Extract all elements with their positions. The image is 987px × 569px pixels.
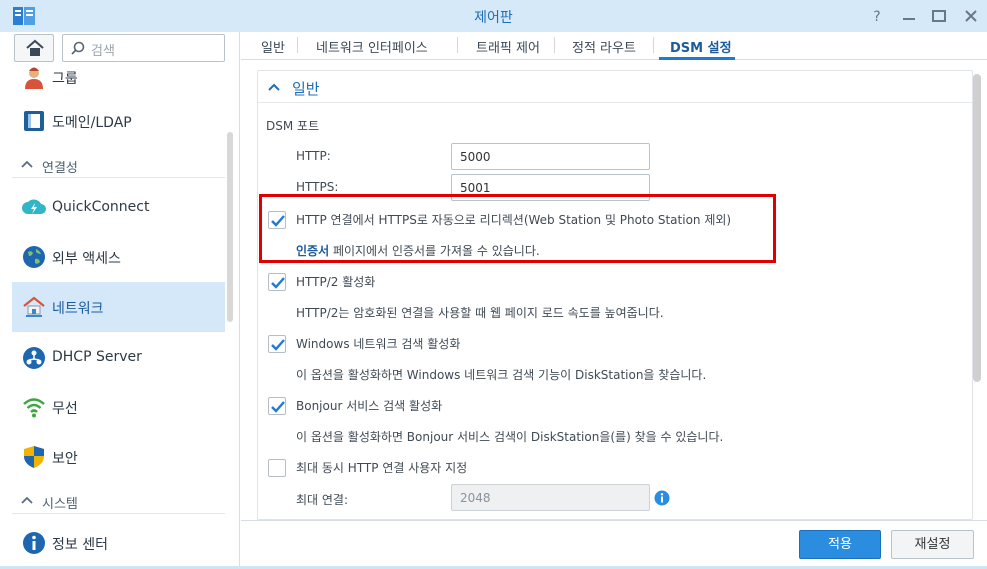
http-port-value: 5000 xyxy=(460,150,491,164)
chevron-up-icon xyxy=(21,496,33,504)
http2-label: HTTP/2 활성화 xyxy=(296,275,376,289)
globe-icon xyxy=(23,246,45,268)
sidebar-item-label: 보안 xyxy=(52,451,78,467)
windows-discovery-checkbox[interactable] xyxy=(268,335,286,353)
windows-discovery-description: 이 옵션을 활성화하면 Windows 네트워크 검색 기능이 DiskStat… xyxy=(296,368,707,382)
minimize-icon[interactable] xyxy=(898,6,920,26)
max-connections-field-label: 최대 연결: xyxy=(296,493,349,507)
sidebar-item-dhcp-server[interactable]: DHCP Server xyxy=(12,333,225,383)
sidebar-item-label: DHCP Server xyxy=(52,349,142,365)
sidebar-scrollbar[interactable] xyxy=(227,132,233,322)
sidebar-item-label: 그룹 xyxy=(52,71,78,87)
https-port-value: 5001 xyxy=(460,181,491,195)
sidebar-section-label: 시스템 xyxy=(42,497,78,512)
checkmark-icon xyxy=(271,339,285,351)
control-panel-window: 제어판 ? 검색 그룹 도메인/LDAP 연결성 QuickConnect 외부… xyxy=(0,0,987,566)
bonjour-discovery-label: Bonjour 서비스 검색 활성화 xyxy=(296,399,443,413)
content-scrollbar[interactable] xyxy=(973,74,981,382)
http-port-input[interactable]: 5000 xyxy=(451,143,650,170)
sidebar-section-system[interactable]: 시스템 xyxy=(12,488,225,514)
info-tooltip-icon[interactable] xyxy=(654,490,670,506)
title-bar: 제어판 ? xyxy=(0,0,987,32)
max-connections-label: 최대 동시 HTTP 연결 사용자 지정 xyxy=(296,461,468,475)
sidebar-section-label: 연결성 xyxy=(42,161,78,176)
bonjour-discovery-checkbox[interactable] xyxy=(268,397,286,415)
sidebar-item-quickconnect[interactable]: QuickConnect xyxy=(12,183,225,233)
http2-checkbox[interactable] xyxy=(268,273,286,291)
apply-button[interactable]: 적용 xyxy=(799,530,881,559)
reset-button[interactable]: 재설정 xyxy=(891,530,974,559)
general-panel-header[interactable]: 일반 xyxy=(258,71,972,103)
tab-general[interactable]: 일반 xyxy=(261,37,285,56)
sidebar-section-connectivity[interactable]: 연결성 xyxy=(12,152,225,178)
http-port-label: HTTP: xyxy=(296,149,331,163)
svg-text:?: ? xyxy=(873,9,880,25)
sidebar-item-label: 외부 액세스 xyxy=(52,251,121,267)
http2-description: HTTP/2는 암호화된 연결을 사용할 때 웹 페이지 로드 속도를 높여줍니… xyxy=(296,306,664,320)
sidebar-item-label: 네트워크 xyxy=(52,301,104,317)
tab-divider xyxy=(297,37,298,53)
max-connections-input[interactable]: 2048 xyxy=(451,484,650,511)
dsm-port-label: DSM 포트 xyxy=(266,119,320,133)
sidebar-item-label: 무선 xyxy=(52,401,78,417)
general-panel: 일반 DSM 포트 HTTP: 5000 HTTPS: 5001 HTTP 연결… xyxy=(257,70,973,520)
https-port-label: HTTPS: xyxy=(296,180,339,194)
sidebar-item-domain-ldap[interactable]: 도메인/LDAP xyxy=(12,96,225,146)
windows-discovery-label: Windows 네트워크 검색 활성화 xyxy=(296,337,461,351)
close-icon[interactable] xyxy=(960,6,982,26)
tab-static-route[interactable]: 정적 라우트 xyxy=(572,37,636,56)
panel-title: 일반 xyxy=(292,80,320,98)
chevron-up-icon xyxy=(21,160,33,168)
checkmark-icon xyxy=(271,277,285,289)
max-connections-value: 2048 xyxy=(460,491,491,505)
active-tab-indicator xyxy=(659,57,735,60)
sidebar: 검색 그룹 도메인/LDAP 연결성 QuickConnect 외부 액세스 네… xyxy=(0,32,240,566)
help-icon[interactable]: ? xyxy=(866,6,888,26)
footer-bar: 적용 재설정 xyxy=(241,520,987,566)
tab-divider xyxy=(653,37,654,53)
sidebar-item-label: 정보 센터 xyxy=(52,537,108,553)
tab-divider xyxy=(457,37,458,53)
window-title: 제어판 xyxy=(474,10,513,26)
tab-divider xyxy=(554,37,555,53)
dhcp-icon xyxy=(23,347,45,369)
tab-bar: 일반 네트워크 인터페이스 트래픽 제어 정적 라우트 DSM 설정 xyxy=(241,32,987,60)
max-connections-checkbox[interactable] xyxy=(268,459,286,477)
main-content: 일반 네트워크 인터페이스 트래픽 제어 정적 라우트 DSM 설정 일반 DS… xyxy=(241,32,987,566)
checkmark-icon xyxy=(271,401,285,413)
sidebar-item-info-center[interactable]: 정보 센터 xyxy=(12,518,225,566)
network-house-icon xyxy=(23,296,45,317)
bonjour-discovery-description: 이 옵션을 활성화하면 Bonjour 서비스 검색이 DiskStation을… xyxy=(296,430,724,444)
redirect-highlight-box xyxy=(259,194,776,263)
sidebar-item-security[interactable]: 보안 xyxy=(12,432,225,482)
sidebar-item-label: 도메인/LDAP xyxy=(52,115,132,131)
sidebar-item-label: QuickConnect xyxy=(52,199,150,215)
wifi-icon xyxy=(23,398,45,418)
maximize-icon[interactable] xyxy=(928,6,950,26)
tab-dsm-settings[interactable]: DSM 설정 xyxy=(670,37,732,56)
shield-icon xyxy=(24,446,44,468)
tab-network-interface[interactable]: 네트워크 인터페이스 xyxy=(316,37,428,56)
chevron-up-icon xyxy=(268,83,280,91)
sidebar-item-network[interactable]: 네트워크 xyxy=(12,282,225,332)
domain-ldap-icon xyxy=(24,111,44,131)
tab-traffic-control[interactable]: 트래픽 제어 xyxy=(476,37,540,56)
quickconnect-icon xyxy=(22,199,46,214)
info-icon xyxy=(23,532,45,554)
sidebar-item-external-access[interactable]: 외부 액세스 xyxy=(12,232,225,282)
sidebar-item-group[interactable]: 그룹 xyxy=(12,52,225,102)
sidebar-item-wireless[interactable]: 무선 xyxy=(12,382,225,432)
user-group-icon xyxy=(25,67,43,89)
